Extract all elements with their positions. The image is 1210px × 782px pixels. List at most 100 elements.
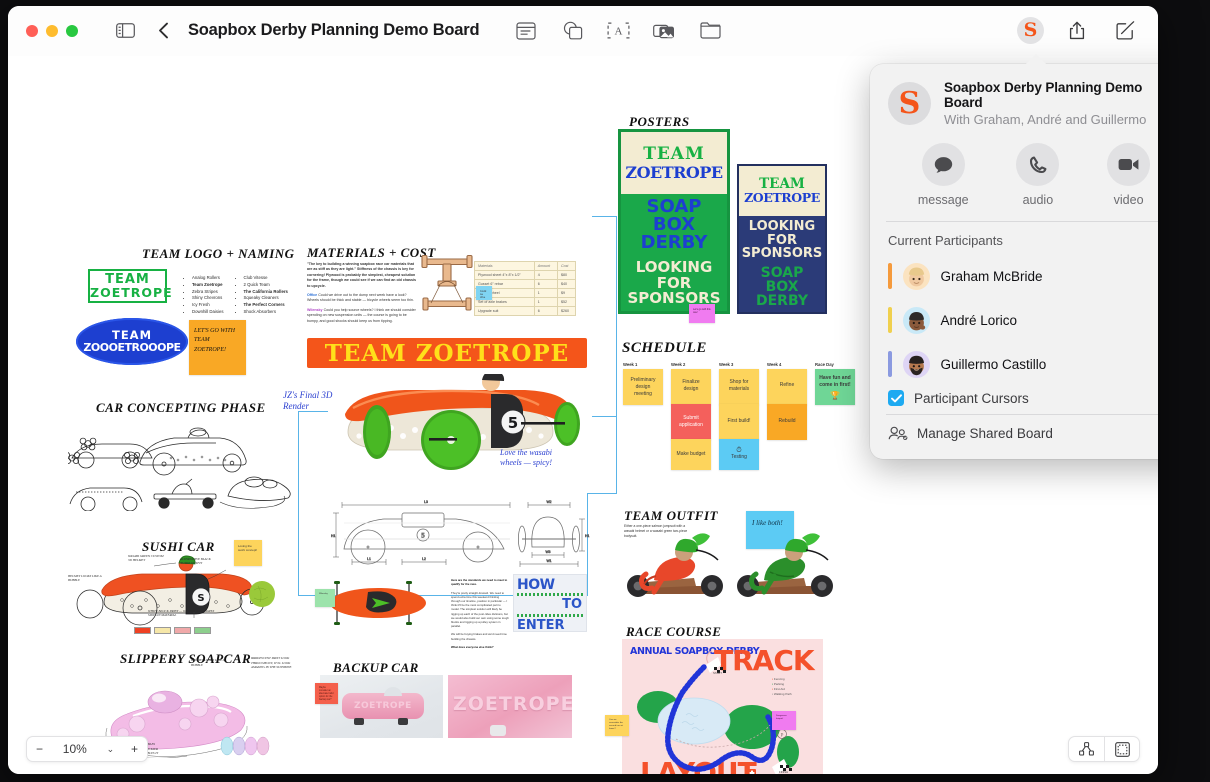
video-action-label: video: [1113, 193, 1144, 207]
sticky-note-schedule[interactable]: Rebuild: [767, 404, 807, 440]
banner-text: TEAM ZOETROPE: [324, 339, 570, 367]
poster-navy[interactable]: TEAM ZOETROPE LOOKING FOR SPONSORS SOAP …: [737, 164, 827, 314]
sticky-note-backup-car[interactable]: Maybe consider an alternate build option…: [315, 683, 338, 704]
poster-line-4: SOAP: [760, 264, 804, 281]
participant-cursors-checkbox[interactable]: [888, 390, 904, 406]
participant-name: Graham McBride: [940, 268, 1043, 284]
sticky-note-schedule[interactable]: First build!: [719, 404, 759, 440]
sticky-note-schedule[interactable]: Shop for materials: [719, 369, 759, 405]
team-logo-blue[interactable]: TEAM ZOOOETROOOPE: [76, 318, 188, 365]
participant-cursors-row[interactable]: Participant Cursors: [870, 386, 1158, 414]
cell-amount: 1: [533, 288, 558, 298]
close-button[interactable]: [26, 24, 38, 37]
logo-line-2: ZOOOETROOOPE: [83, 340, 181, 354]
compose-icon[interactable]: [1110, 17, 1140, 45]
comment-author: Office: [307, 292, 318, 297]
audio-action-button[interactable]: audio: [1016, 143, 1060, 207]
team-logo-green[interactable]: TEAM ZOETROPE: [88, 269, 172, 303]
share-icon[interactable]: [1062, 17, 1092, 45]
collaboration-popover: S Soapbox Derby Planning Demo Board With…: [870, 64, 1158, 459]
sticky-note-schedule[interactable]: Finalize design: [671, 369, 711, 405]
sticky-note-race-course-pink[interactable]: Dangerous hairpin!: [772, 711, 796, 730]
sidebar-toggle-icon[interactable]: [110, 17, 140, 45]
participant-row-graham[interactable]: Graham McBride: [870, 254, 1158, 298]
race-course-map[interactable]: ANNUAL SOAPBOX DERBY TRACK LAYOUT P ▪ Fe…: [622, 639, 823, 774]
maximize-button[interactable]: [66, 24, 78, 37]
svg-text:P: P: [781, 734, 784, 739]
sticky-text: Testing: [731, 454, 747, 460]
text-box-icon[interactable]: A: [603, 17, 633, 45]
canvas-view-button[interactable]: [1104, 737, 1139, 761]
sticky-text: Rebuild: [778, 418, 796, 424]
svg-text:5: 5: [421, 533, 425, 540]
avatar: [902, 262, 930, 290]
view-mode-bar[interactable]: [1068, 736, 1140, 762]
sticky-note-schedule[interactable]: Make budget: [671, 439, 711, 470]
sticky-note-sushi[interactable]: Loving the sushi concept!: [234, 540, 262, 566]
column-header: Materials: [474, 261, 535, 271]
video-action-button[interactable]: video: [1107, 143, 1151, 207]
media-icon[interactable]: [649, 17, 679, 45]
chevron-down-icon[interactable]: ⌄: [107, 744, 115, 755]
backup-car-photo-2[interactable]: ZOETROPE: [448, 675, 572, 738]
svg-text:L1: L1: [367, 557, 371, 561]
sticky-note-race-course-yellow[interactable]: Can we reconsider the second turn at hom…: [605, 715, 629, 736]
schedule-column-header: Week 2: [671, 362, 686, 367]
poster-zoetrope-text: ZOETROPE: [625, 162, 723, 182]
page-title: Soapbox Derby Planning Demo Board: [188, 21, 480, 39]
section-title-race-course: RACE COURSE: [626, 624, 722, 639]
zoom-out-button[interactable]: −: [36, 743, 43, 755]
section-title-team-outfit: TEAM OUTFIT: [624, 508, 718, 523]
how-to-enter-graphic[interactable]: HOW TO ENTER: [513, 574, 587, 632]
zoom-control-bar[interactable]: − 10% ⌄ +: [26, 736, 148, 762]
connector-line: [592, 216, 617, 218]
participant-name: André Lorico: [940, 312, 1018, 328]
zoom-level-value[interactable]: 10%: [60, 742, 90, 756]
connections-view-button[interactable]: [1069, 737, 1104, 761]
sticky-note-top-view[interactable]: Wilensky: [315, 589, 335, 607]
insert-file-icon[interactable]: [695, 17, 725, 45]
list-item: Icy Fresh: [192, 302, 224, 309]
comment-author: Wilensky: [307, 307, 323, 312]
sticky-note-schedule[interactable]: Submit application: [671, 404, 711, 440]
sticky-text: Wilensky: [319, 593, 328, 595]
participant-row-guillermo[interactable]: Guillermo Castillo: [870, 342, 1158, 386]
manage-shared-board-row[interactable]: Manage Shared Board: [870, 415, 1158, 451]
sticky-note-schedule[interactable]: Preliminary design meeting: [623, 369, 663, 405]
team-name-ideas: Analog Rollers Team Zoetrope Zebra Strip…: [186, 275, 288, 316]
minimize-button[interactable]: [46, 24, 58, 37]
sticky-note-schedule[interactable]: Refine: [767, 369, 807, 405]
svg-text:W1: W1: [546, 559, 551, 563]
team-zoetrope-banner[interactable]: TEAM ZOETROPE: [307, 338, 587, 368]
column-header: Cost: [556, 261, 577, 271]
standards-document: Here are the standards we need to meet t…: [451, 578, 509, 649]
participant-row-andre[interactable]: André Lorico: [870, 298, 1158, 342]
sticky-note-lets-go[interactable]: LET'S GO WITH TEAM ZOETROPE!: [189, 320, 246, 375]
sticky-note-icon[interactable]: [511, 17, 541, 45]
manage-shared-board-icon: [888, 425, 908, 441]
schedule-column-header: Week 4: [767, 362, 782, 367]
sticky-note-poster-choice[interactable]: Let's go with this one!: [689, 304, 715, 323]
color-swatches: [134, 627, 211, 634]
back-button[interactable]: [148, 17, 178, 45]
message-action-button[interactable]: message: [918, 143, 969, 207]
swatch-red: [134, 627, 151, 634]
collaboration-avatar-button[interactable]: S: [1017, 17, 1044, 44]
backup-car-photo-1[interactable]: ZOETROPE: [320, 675, 443, 738]
sticky-note-materials[interactable]: Could we drive out to the dump next week…: [476, 286, 492, 300]
poster-header: TEAM ZOETROPE: [739, 166, 825, 216]
sticky-note-schedule[interactable]: Have fun and come in first! 🏆: [815, 369, 855, 405]
zoom-in-button[interactable]: +: [131, 743, 138, 755]
poster-green[interactable]: TEAM ZOETROPE SOAP BOX DERBY LOOKING FOR…: [618, 129, 730, 314]
sticky-note-schedule[interactable]: ⏱ Testing: [719, 439, 759, 470]
shapes-icon[interactable]: [557, 17, 587, 45]
legend-item: Fencing: [773, 677, 785, 681]
column-header: Amount: [533, 261, 558, 271]
swatch-cream: [154, 627, 171, 634]
table-row: Plywood sheet 4"x 8"x 1/2" 4 $80: [474, 270, 577, 280]
cell-cost: $80: [556, 270, 577, 280]
poster-body: SOAP BOX DERBY LOOKING FOR SPONSORS: [621, 194, 727, 311]
freeform-window: Soapbox Derby Planning Demo Board A S TE…: [8, 6, 1158, 774]
schedule-column-header: Week 1: [623, 362, 638, 367]
table-row: Upgrade suit 6 $260: [474, 306, 577, 316]
